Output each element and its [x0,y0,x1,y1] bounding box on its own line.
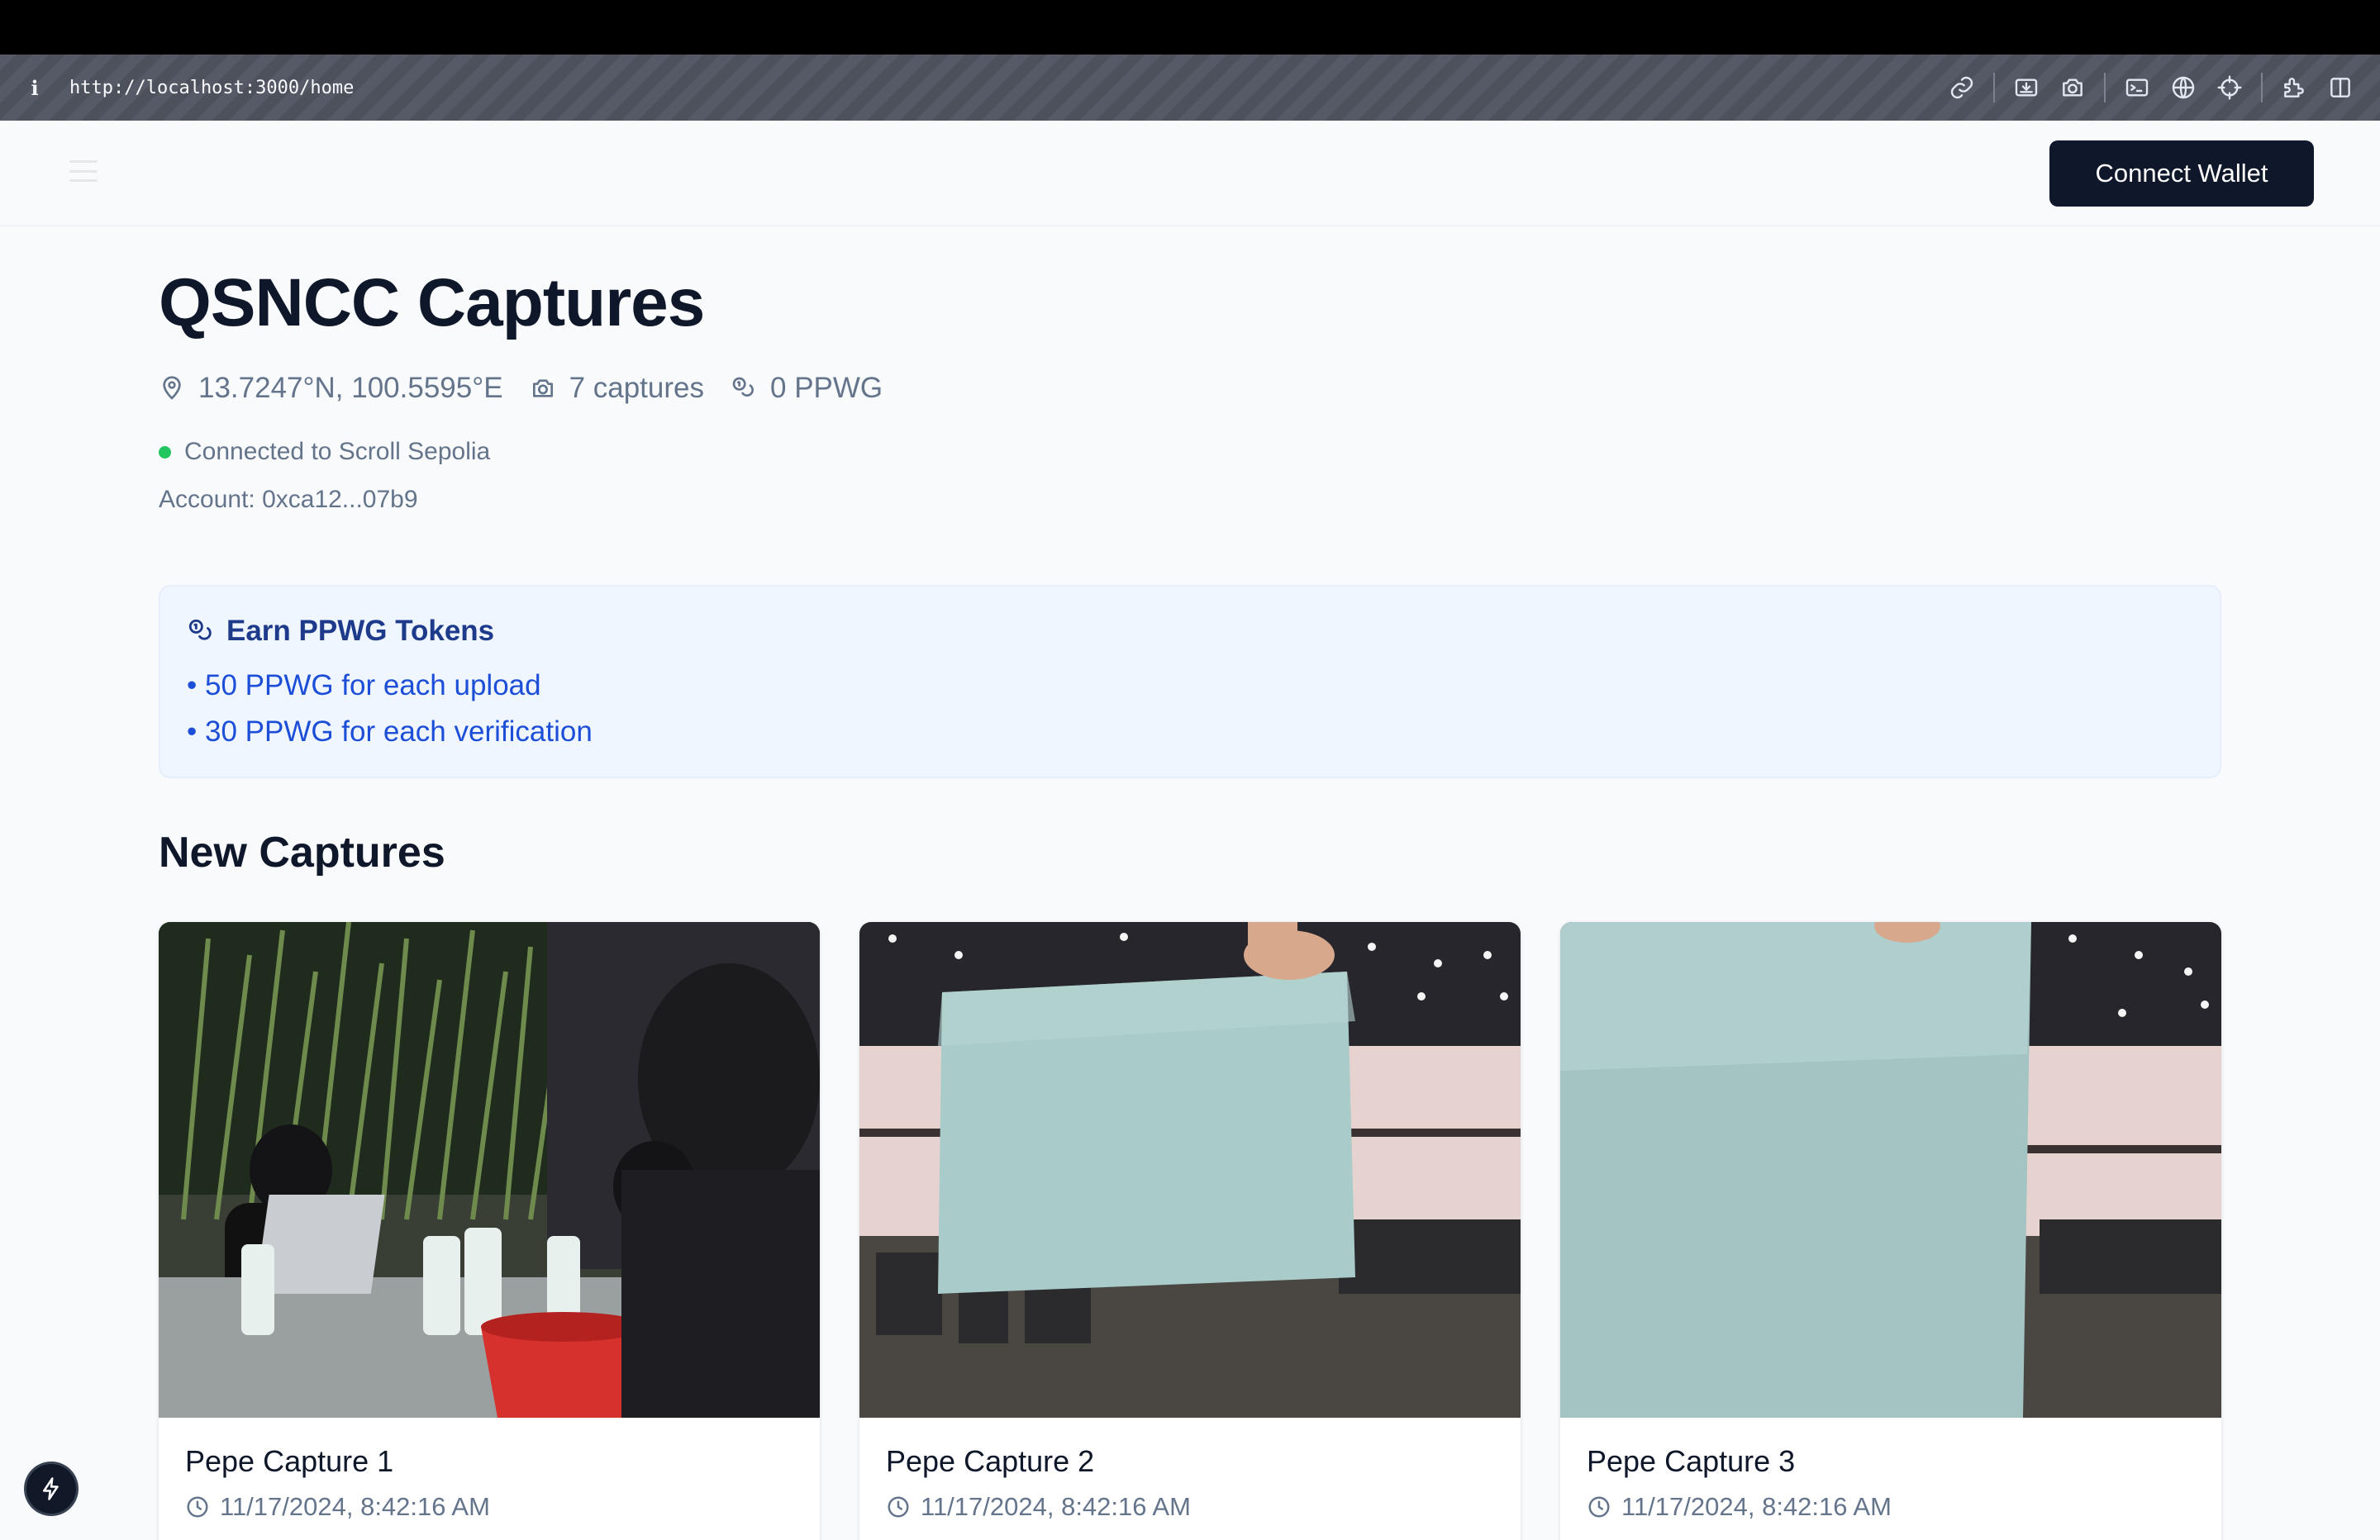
terminal-icon[interactable] [2114,64,2160,111]
lightning-icon [43,1477,59,1500]
capture-timestamp: 11/17/2024, 8:42:16 AM [1587,1492,1892,1522]
earn-item-verification: • 30 PPWG for each verification [187,715,593,748]
capture-image[interactable] [1560,922,2221,1418]
globe-icon[interactable] [2160,64,2206,111]
capture-image[interactable] [159,922,820,1418]
earn-title-text: Earn PPWG Tokens [226,615,495,647]
account-address: Account: 0xca12...07b9 [159,486,418,513]
coordinates-text: 13.7247°N, 100.5595°E [198,372,503,404]
app-header: Connect Wallet [0,121,2380,226]
dev-tools-button[interactable] [26,1464,76,1514]
coins-icon [188,619,212,640]
capture-image[interactable] [859,922,1521,1418]
clock-icon [187,1496,208,1518]
toolbar-divider [1993,73,1995,102]
window-top-bar [0,0,2380,55]
toolbar-divider [2104,73,2106,102]
connect-wallet-button[interactable]: Connect Wallet [2049,140,2314,207]
earn-tokens-panel: Earn PPWG Tokens • 50 PPWG for each uplo… [159,585,2221,778]
network-status: Connected to Scroll Sepolia [159,438,490,466]
captures-count: 7 captures [569,372,704,404]
clock-icon [888,1496,909,1518]
capture-timestamp-text: 11/17/2024, 8:42:16 AM [1621,1492,1892,1521]
network-status-text: Connected to Scroll Sepolia [184,438,491,465]
camera-icon [532,379,553,397]
page-title: QSNCC Captures [159,265,705,340]
token-balance: 0 PPWG [770,372,883,404]
split-view-icon[interactable] [2317,64,2363,111]
crosshair-icon[interactable] [2206,64,2253,111]
token-meta: 0 PPWG [731,372,883,405]
capture-timestamp: 11/17/2024, 8:42:16 AM [185,1492,490,1522]
extension-icon[interactable] [2271,64,2317,111]
map-pin-icon [163,376,181,400]
capture-timestamp: 11/17/2024, 8:42:16 AM [886,1492,1191,1522]
link-icon[interactable] [1939,64,1985,111]
capture-card[interactable]: Pepe Capture 2 11/17/2024, 8:42:16 AM [859,922,1521,1540]
clock-icon [1588,1496,1610,1518]
capture-timestamp-text: 11/17/2024, 8:42:16 AM [921,1492,1191,1521]
capture-title: Pepe Capture 1 [185,1444,394,1478]
capture-card[interactable]: Pepe Capture 1 11/17/2024, 8:42:16 AM [159,922,820,1540]
captures-meta: 7 captures [530,372,704,405]
url-text[interactable]: http://localhost:3000/home [69,78,354,98]
status-dot-icon [159,445,171,459]
hamburger-icon[interactable] [69,160,98,182]
earn-item-upload: • 50 PPWG for each upload [187,669,541,701]
info-icon[interactable]: i [0,76,69,100]
coordinates-meta: 13.7247°N, 100.5595°E [159,372,503,405]
earn-title: Earn PPWG Tokens [187,615,494,648]
capture-card[interactable]: Pepe Capture 3 11/17/2024, 8:42:16 AM [1560,922,2221,1540]
capture-title: Pepe Capture 2 [886,1444,1095,1478]
toolbar-divider [2261,73,2263,102]
coins-icon [732,377,754,397]
capture-title: Pepe Capture 3 [1587,1444,1796,1478]
download-icon[interactable] [2003,64,2049,111]
camera-icon[interactable] [2049,64,2096,111]
browser-address-bar: i http://localhost:3000/home [0,55,2380,121]
section-title: New Captures [159,829,445,877]
capture-timestamp-text: 11/17/2024, 8:42:16 AM [220,1492,490,1521]
browser-toolbar [1939,55,2363,121]
location-meta: 13.7247°N, 100.5595°E 7 captures 0 PPWG [159,372,909,405]
